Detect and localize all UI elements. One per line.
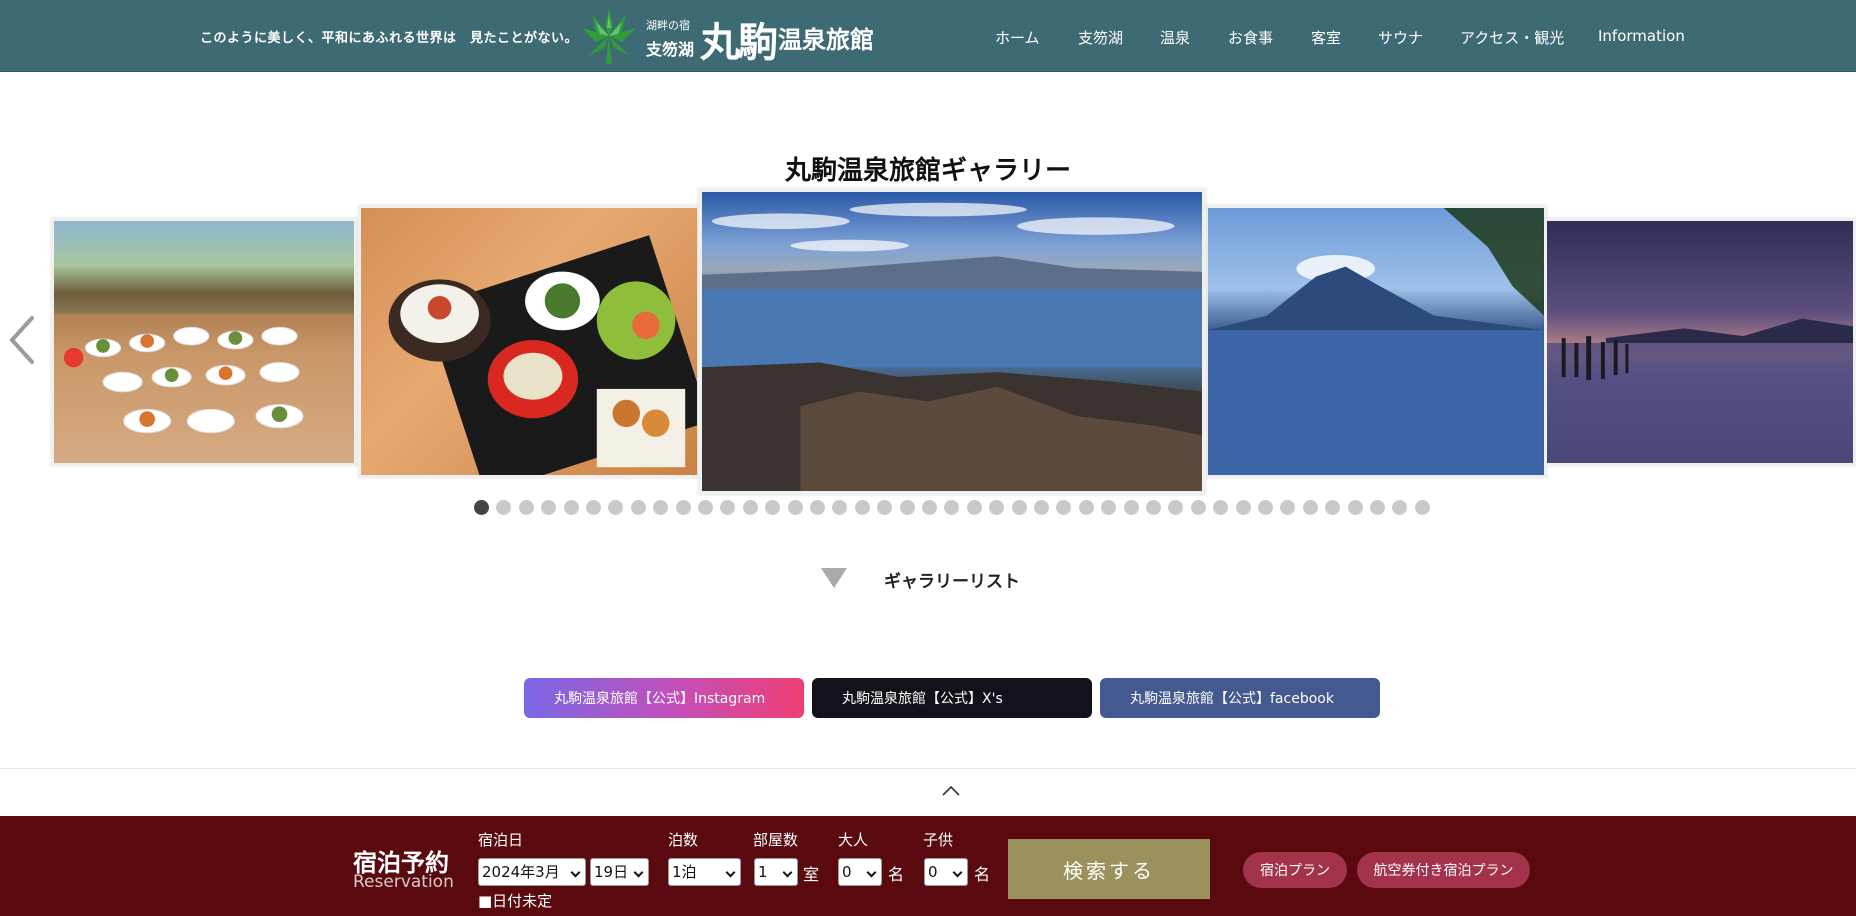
- chevron-left-icon[interactable]: [4, 310, 40, 370]
- gallery-dot[interactable]: [765, 500, 781, 515]
- children-select[interactable]: 0: [924, 858, 968, 886]
- checkin-day-select[interactable]: 19日: [590, 858, 649, 886]
- gallery-dot[interactable]: [630, 500, 646, 515]
- gallery-dot[interactable]: [1213, 500, 1229, 515]
- search-button[interactable]: 検索する: [1008, 839, 1210, 899]
- gallery-dot[interactable]: [720, 500, 736, 515]
- gallery-dot[interactable]: [966, 500, 982, 515]
- gallery-title: 丸駒温泉旅館ギャラリー: [784, 156, 1071, 186]
- gallery-slide-mountain-lake[interactable]: [1205, 205, 1547, 478]
- gallery-dot[interactable]: [1258, 500, 1273, 515]
- gallery-dot[interactable]: [653, 500, 669, 515]
- date-undecided-checkbox[interactable]: ■日付未定: [478, 890, 552, 911]
- gallery-dot[interactable]: [1123, 500, 1139, 515]
- adults-select[interactable]: 0: [838, 858, 882, 886]
- gallery-dot[interactable]: [1034, 500, 1049, 515]
- gallery-dot[interactable]: [1056, 500, 1072, 515]
- nav-rooms[interactable]: 客室: [1311, 27, 1341, 48]
- nav-information[interactable]: Information: [1598, 27, 1685, 45]
- gallery-dot[interactable]: [1347, 500, 1363, 515]
- nav-access[interactable]: アクセス・観光: [1460, 27, 1564, 48]
- gallery-dot[interactable]: [496, 500, 512, 515]
- buffet-photo-icon: [54, 313, 354, 463]
- adults-unit: 名: [888, 865, 905, 884]
- gallery-slide-buffet[interactable]: [51, 218, 357, 466]
- gallery-list-toggle[interactable]: ギャラリーリスト: [818, 566, 1038, 592]
- air-stay-plan-button[interactable]: 航空券付き宿泊プラン: [1357, 852, 1530, 888]
- gallery-dot[interactable]: [1101, 500, 1117, 515]
- checkin-month-select[interactable]: 2024年3月: [478, 858, 586, 886]
- reservation-bar: 宿泊予約 Reservation 宿泊日 2024年3月 19日 ■日付未定 泊…: [0, 816, 1856, 916]
- checkin-date-label: 宿泊日: [478, 831, 524, 849]
- gallery-dot[interactable]: [742, 500, 758, 515]
- site-header: このように美しく、平和にあふれる世界は 見たことがない。 湖畔の宿 支笏湖 丸駒…: [0, 0, 1856, 72]
- instagram-button[interactable]: 丸駒温泉旅館【公式】Instagram: [524, 678, 804, 718]
- gallery-dot[interactable]: [810, 500, 825, 515]
- gallery-dot[interactable]: [1011, 500, 1027, 515]
- nights-select[interactable]: 1泊: [668, 858, 741, 886]
- gallery-dot[interactable]: [1168, 500, 1184, 515]
- rooms-select[interactable]: 1: [754, 858, 798, 886]
- gallery-dot[interactable]: [854, 500, 870, 515]
- mountain-lake-photo-icon: [1208, 208, 1544, 475]
- chevron-up-icon[interactable]: [940, 783, 962, 799]
- gallery-dot[interactable]: [787, 500, 803, 515]
- nav-meals[interactable]: お食事: [1228, 27, 1273, 48]
- gallery-dot[interactable]: [832, 500, 848, 515]
- gallery-dot[interactable]: [1325, 500, 1341, 515]
- gallery-dot[interactable]: [1414, 500, 1430, 515]
- gallery-dot[interactable]: [1392, 500, 1408, 515]
- gallery-dot[interactable]: [586, 500, 601, 515]
- gallery-slide-sunset-lake[interactable]: [1544, 218, 1856, 466]
- gallery-slide-lake-panorama[interactable]: [698, 188, 1206, 495]
- gallery-dot[interactable]: [518, 500, 534, 515]
- gallery-dot[interactable]: [563, 500, 579, 515]
- triangle-down-icon: [821, 568, 847, 588]
- gallery-dot[interactable]: [1235, 500, 1251, 515]
- gallery-dot[interactable]: [608, 500, 624, 515]
- gallery-dot[interactable]: [541, 500, 557, 515]
- gallery-dot[interactable]: [877, 500, 893, 515]
- gallery-dot[interactable]: [944, 500, 960, 515]
- meal-set-photo-icon: [388, 235, 697, 475]
- nav-sauna[interactable]: サウナ: [1378, 27, 1423, 48]
- nav-onsen[interactable]: 温泉: [1160, 27, 1190, 48]
- nav-shikotsu-lake[interactable]: 支笏湖: [1078, 27, 1123, 48]
- gallery-dot[interactable]: [1370, 500, 1385, 515]
- children-label: 子供: [923, 831, 954, 849]
- gallery-dot[interactable]: [474, 500, 489, 515]
- section-divider: [0, 768, 1856, 769]
- x-button[interactable]: 丸駒温泉旅館【公式】X's: [812, 678, 1092, 718]
- gallery-dot[interactable]: [1190, 500, 1206, 515]
- gallery-dot[interactable]: [1302, 500, 1318, 515]
- reservation-subtitle: Reservation: [353, 872, 454, 892]
- gallery-dot[interactable]: [899, 500, 915, 515]
- facebook-button[interactable]: 丸駒温泉旅館【公式】facebook: [1100, 678, 1380, 718]
- main-nav: ホーム 支笏湖 温泉 お食事 客室 サウナ アクセス・観光 Informatio…: [0, 27, 1856, 47]
- gallery-dot[interactable]: [1280, 500, 1296, 515]
- gallery-dot[interactable]: [675, 500, 691, 515]
- children-unit: 名: [974, 865, 991, 884]
- gallery-dot[interactable]: [698, 500, 713, 515]
- rooms-unit: 室: [803, 865, 820, 884]
- nav-home[interactable]: ホーム: [995, 27, 1040, 48]
- gallery-dot[interactable]: [1078, 500, 1094, 515]
- lake-panorama-photo-icon: [702, 202, 1202, 491]
- stay-plan-button[interactable]: 宿泊プラン: [1243, 852, 1347, 888]
- gallery-dot[interactable]: [989, 500, 1005, 515]
- gallery-list-label: ギャラリーリスト: [884, 572, 1020, 592]
- sunset-lake-photo-icon: [1547, 318, 1853, 463]
- gallery-dot[interactable]: [922, 500, 937, 515]
- gallery-slide-meal[interactable]: [358, 205, 700, 478]
- rooms-label: 部屋数: [753, 831, 799, 849]
- adults-label: 大人: [838, 831, 869, 849]
- nights-label: 泊数: [668, 831, 699, 849]
- gallery-dot[interactable]: [1146, 500, 1161, 515]
